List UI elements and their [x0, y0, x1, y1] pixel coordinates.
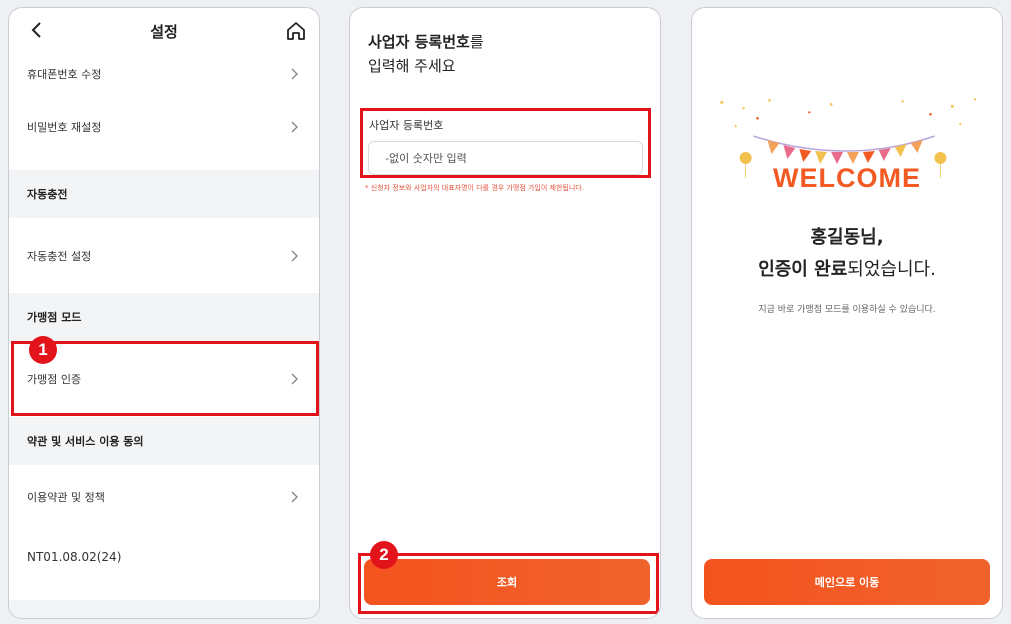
settings-item-password[interactable]: 비밀번호 재설정 [9, 104, 319, 150]
step-badge: 2 [370, 541, 398, 569]
heading-bold: 사업자 등록번호 [368, 33, 470, 51]
field-label: 사업자 등록번호 [369, 119, 444, 132]
business-number-screen: 사업자 등록번호를 입력해 주세요 사업자 등록번호 -없이 숫자만 입력 * … [349, 7, 661, 619]
complete-rest: 되었습니다. [847, 259, 936, 280]
section-merchant-mode: 가맹점 모드 [9, 293, 319, 341]
welcome-logo: WELCOME [773, 163, 921, 193]
chevron-right-icon [291, 491, 298, 503]
app-version: NT01.08.02(24) [27, 550, 122, 564]
page-title: 사업자 등록번호를 입력해 주세요 [368, 30, 484, 78]
welcome-bunting-illustration [720, 98, 977, 178]
business-number-input[interactable]: -없이 숫자만 입력 [368, 141, 643, 175]
settings-item-auto-charge[interactable]: 자동충전 설정 [9, 218, 319, 293]
settings-item-phone[interactable]: 휴대폰번호 수정 [9, 54, 319, 94]
chevron-right-icon [291, 68, 298, 80]
lookup-button[interactable]: 조회 [364, 559, 650, 605]
chevron-right-icon [291, 250, 298, 261]
settings-item-label: 자동충전 설정 [27, 249, 92, 263]
settings-header: 설정 [9, 8, 319, 54]
complete-bold: 인증이 완료 [758, 259, 848, 280]
go-main-button[interactable]: 메인으로 이동 [704, 559, 990, 605]
section-terms: 약관 및 서비스 이용 동의 [9, 417, 319, 465]
heading-rest: 를 [469, 33, 484, 51]
notice-text: * 신청자 정보와 사업자의 대표자명이 다를 경우 가맹점 가입이 제한됩니다… [365, 184, 584, 192]
step-badge: 1 [29, 336, 57, 364]
complete-subtext: 지금 바로 가맹점 모드를 이용하실 수 있습니다. [758, 305, 936, 315]
bottom-divider [9, 600, 319, 618]
chevron-right-icon [291, 373, 298, 385]
settings-item-terms[interactable]: 이용약관 및 정책 [9, 465, 319, 529]
auth-complete-screen: WELCOME 홍길동님, 인증이 완료되었습니다. 지금 바로 가맹점 모드를… [691, 7, 1003, 619]
section-auto-charge: 자동충전 [9, 170, 319, 218]
settings-item-label: 가맹점 인증 [27, 373, 82, 386]
chevron-left-icon[interactable] [27, 20, 47, 40]
complete-message: 인증이 완료되었습니다. [692, 255, 1002, 281]
heading-line2: 입력해 주세요 [368, 57, 456, 75]
page-title: 설정 [150, 22, 178, 41]
settings-item-label: 이용약관 및 정책 [27, 491, 105, 504]
chevron-right-icon [291, 121, 298, 133]
settings-item-label: 휴대폰번호 수정 [27, 68, 102, 81]
settings-screen: 설정 휴대폰번호 수정 비밀번호 재설정 자동충전 자동충전 설정 가맹점 모드… [8, 7, 320, 619]
user-name: 홍길동님, [810, 227, 884, 248]
settings-item-label: 비밀번호 재설정 [27, 121, 102, 134]
home-icon[interactable] [285, 20, 307, 42]
